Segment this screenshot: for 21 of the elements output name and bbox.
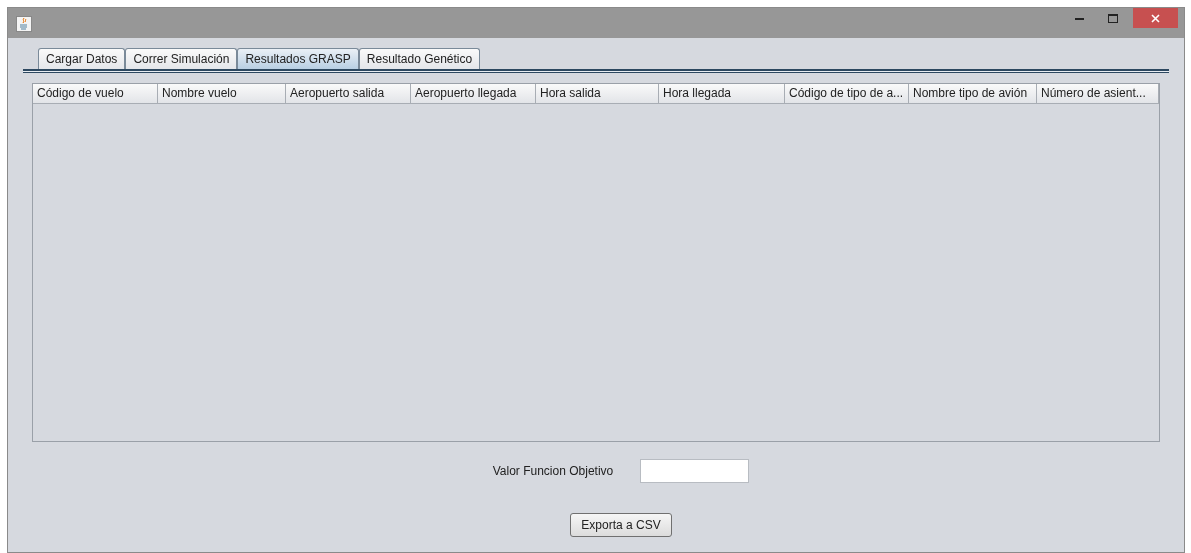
tab[interactable]: Correr Simulación [125, 48, 238, 69]
export-button[interactable]: Exporta a CSV [570, 513, 672, 537]
close-icon [1151, 13, 1160, 23]
column-header[interactable]: Aeropuerto salida [286, 84, 411, 104]
column-header[interactable]: Número de asient... [1037, 84, 1159, 104]
column-header[interactable]: Nombre vuelo [158, 84, 286, 104]
tab[interactable]: Cargar Datos [38, 48, 126, 69]
column-header[interactable]: Hora llegada [659, 84, 785, 104]
column-header[interactable]: Aeropuerto llegada [411, 84, 536, 104]
maximize-icon [1108, 13, 1118, 23]
minimize-icon [1074, 16, 1084, 20]
objective-label: Valor Funcion Objetivo [492, 463, 614, 480]
objective-field[interactable] [640, 459, 750, 483]
tab[interactable]: Resultado Genético [358, 48, 481, 69]
column-header[interactable]: Nombre tipo de avión [909, 84, 1037, 104]
column-header[interactable]: Hora salida [536, 84, 659, 104]
close-button[interactable] [1133, 8, 1178, 28]
java-cup-icon [16, 16, 32, 32]
column-header[interactable]: Código de tipo de a... [785, 84, 909, 104]
tab[interactable]: Resultados GRASP [237, 48, 359, 69]
column-header[interactable]: Código de vuelo [33, 84, 158, 104]
